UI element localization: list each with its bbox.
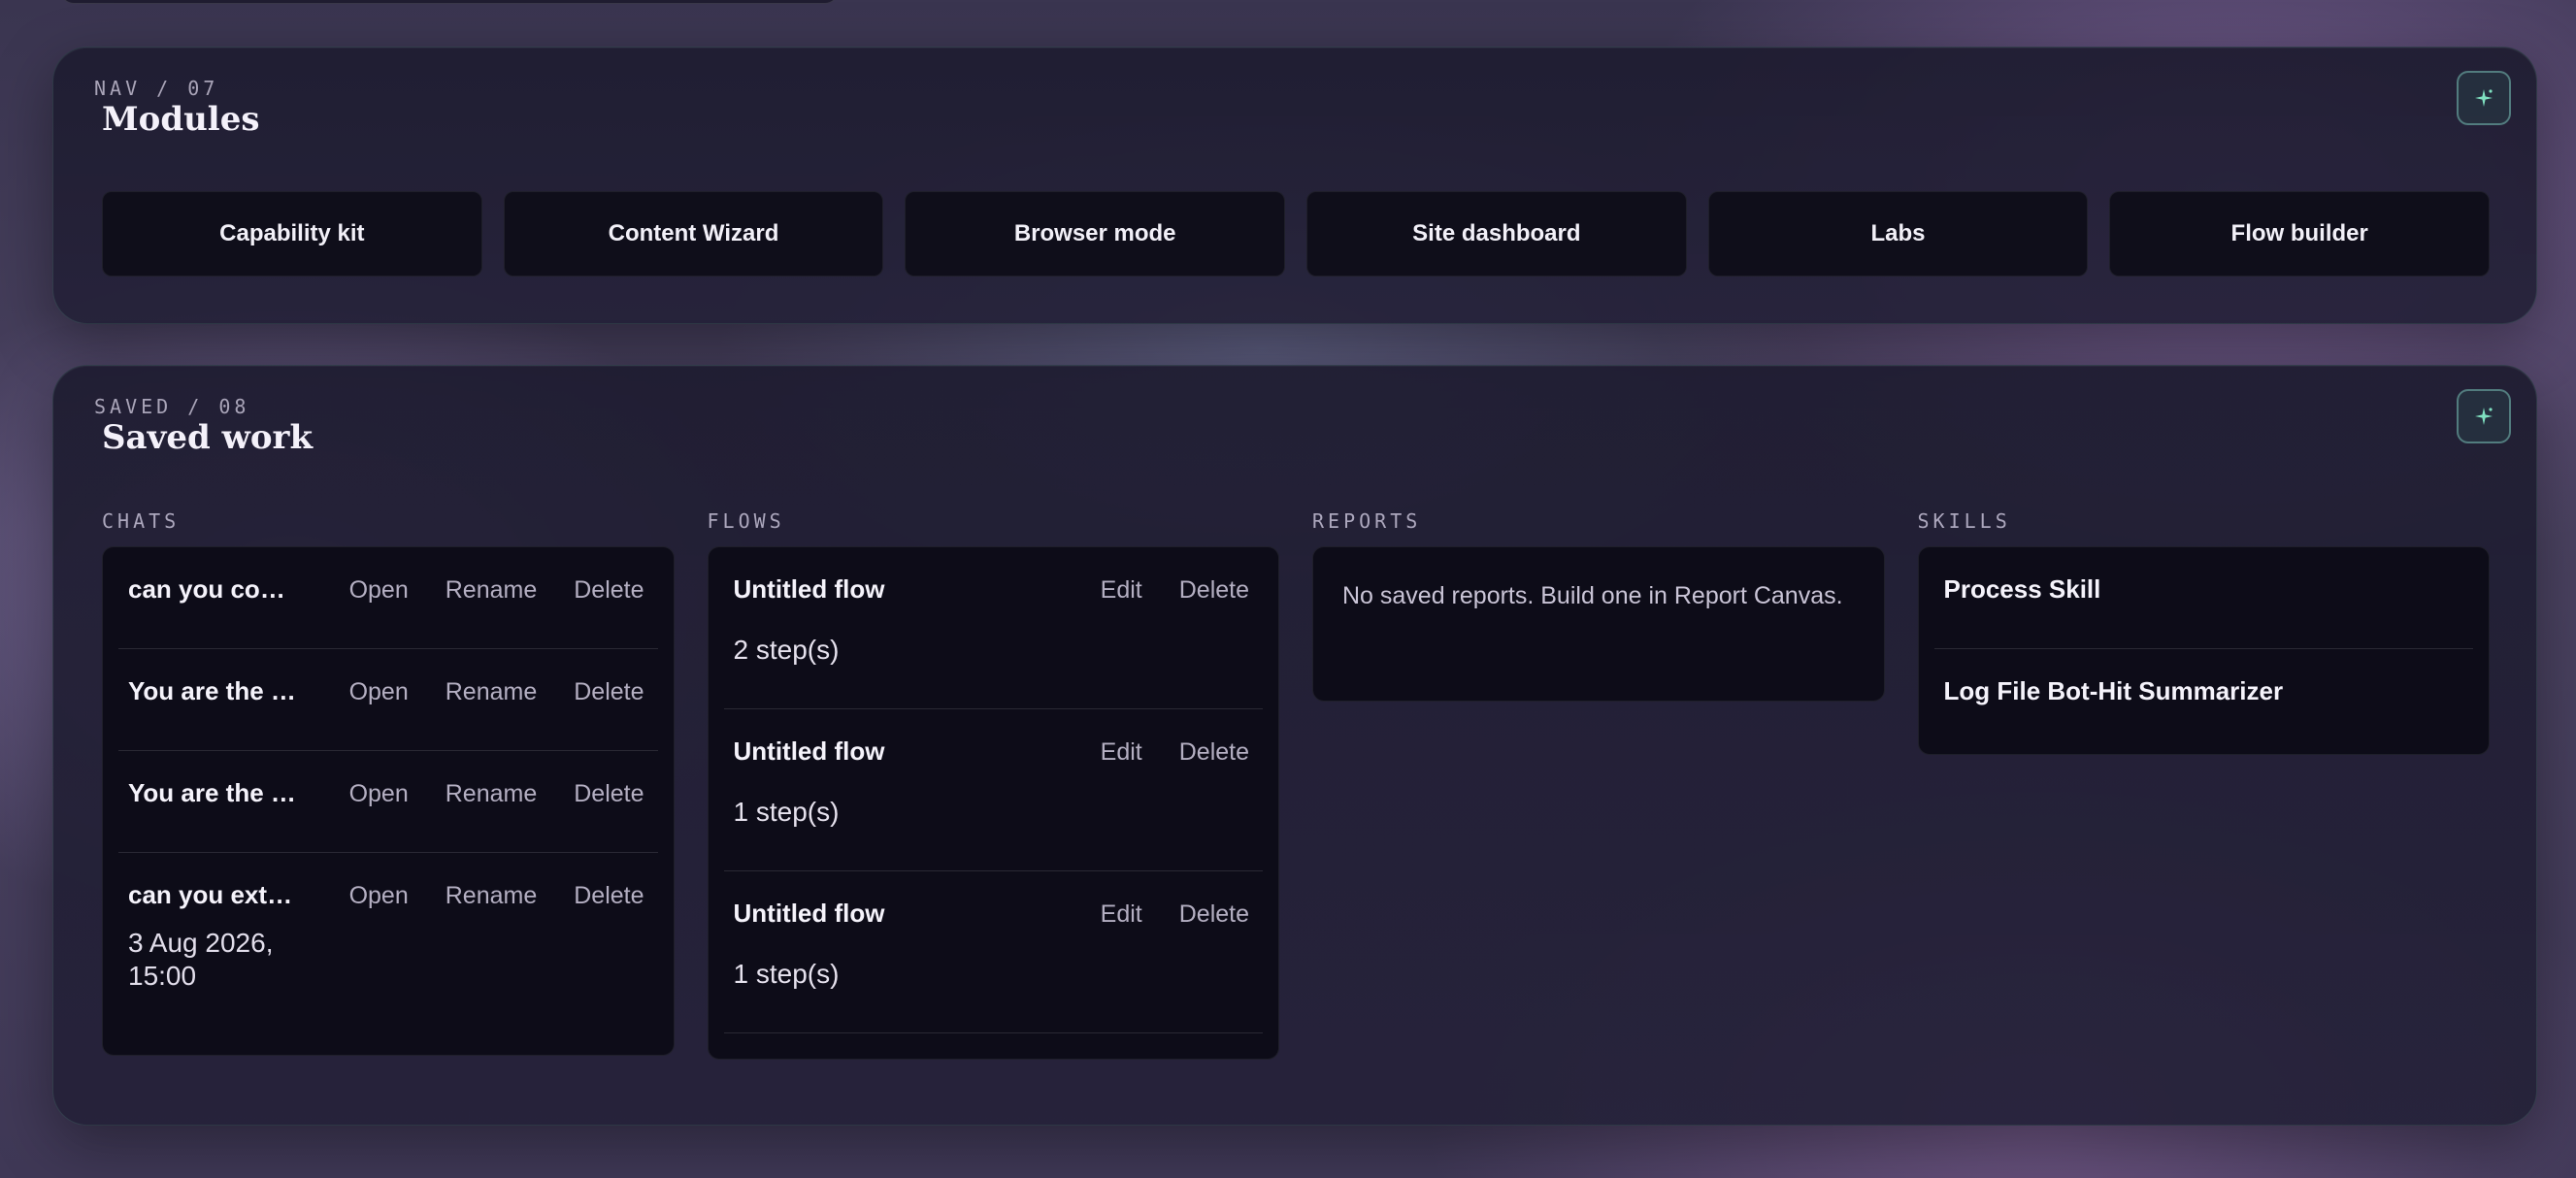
saved-sparkle-button[interactable] bbox=[2457, 389, 2511, 443]
sparkle-icon bbox=[2475, 89, 2493, 107]
skill-title: Log File Bot-Hit Summarizer bbox=[1943, 676, 2284, 705]
chat-title[interactable]: can you extract the data bbox=[128, 880, 298, 910]
module-flow-builder-button[interactable]: Flow builder bbox=[2109, 191, 2491, 277]
reports-column: REPORTS No saved reports. Build one in R… bbox=[1312, 509, 1885, 702]
sparkle-icon bbox=[2475, 408, 2493, 425]
chat-item: can you code something for me Open Renam… bbox=[118, 547, 658, 649]
chat-delete-button[interactable]: Delete bbox=[574, 678, 644, 706]
flow-step-count: 2 step(s) bbox=[733, 635, 840, 665]
module-browser-mode-button[interactable]: Browser mode bbox=[905, 191, 1286, 277]
flow-title: Untitled flow bbox=[733, 899, 885, 928]
reports-card: No saved reports. Build one in Report Ca… bbox=[1312, 546, 1885, 702]
flows-column: FLOWS Untitled flow 2 step(s) Edit Delet… bbox=[707, 509, 1279, 1060]
chats-column: CHATS can you code something for me Open… bbox=[102, 509, 675, 1056]
chat-delete-button[interactable]: Delete bbox=[574, 780, 644, 808]
chats-heading: CHATS bbox=[102, 509, 181, 533]
flow-step-count: 1 step(s) bbox=[733, 797, 840, 827]
module-content-wizard-button[interactable]: Content Wizard bbox=[503, 191, 884, 277]
previous-panel-edge bbox=[60, 0, 839, 4]
flow-edit-button[interactable]: Edit bbox=[1101, 576, 1142, 605]
flow-item: Untitled flow 1 step(s) Edit Delete bbox=[723, 871, 1263, 1033]
skills-card: Process Skill Log File Bot-Hit Summarize… bbox=[1917, 546, 2490, 755]
modules-sparkle-button[interactable] bbox=[2457, 71, 2511, 125]
chats-card: can you code something for me Open Renam… bbox=[102, 546, 675, 1056]
flow-edit-button[interactable]: Edit bbox=[1101, 738, 1142, 767]
flow-item: Untitled flow 1 step(s) Edit Delete bbox=[723, 709, 1263, 871]
module-site-dashboard-button[interactable]: Site dashboard bbox=[1306, 191, 1687, 277]
module-capability-kit-button[interactable]: Capability kit bbox=[102, 191, 482, 277]
flow-delete-button[interactable]: Delete bbox=[1179, 576, 1249, 605]
module-labs-button[interactable]: Labs bbox=[1707, 191, 2089, 277]
skill-item[interactable]: Process Skill bbox=[1933, 547, 2473, 649]
chat-rename-button[interactable]: Rename bbox=[446, 882, 538, 910]
chat-date: 3 Aug 2026, 15:00 bbox=[128, 928, 274, 991]
chat-item: can you extract the data 3 Aug 2026, 15:… bbox=[118, 853, 658, 1055]
flow-step-count: 1 step(s) bbox=[733, 959, 840, 989]
chat-item: You are the assistant Open Rename Delete bbox=[118, 649, 658, 751]
modules-list: Capability kit Content Wizard Browser mo… bbox=[102, 191, 2491, 277]
flow-edit-button[interactable]: Edit bbox=[1101, 900, 1142, 929]
skill-item[interactable]: Log File Bot-Hit Summarizer bbox=[1934, 649, 2474, 750]
chat-title[interactable]: You are the assistant bbox=[128, 778, 298, 808]
chat-rename-button[interactable]: Rename bbox=[446, 678, 538, 706]
chat-title[interactable]: You are the assistant bbox=[128, 676, 298, 706]
modules-title: Modules bbox=[102, 100, 260, 139]
skill-title: Process Skill bbox=[1943, 574, 2101, 604]
chat-open-button[interactable]: Open bbox=[349, 576, 409, 605]
chat-open-button[interactable]: Open bbox=[349, 780, 409, 808]
reports-empty-message: No saved reports. Build one in Report Ca… bbox=[1342, 582, 1843, 609]
saved-eyebrow: SAVED / 08 bbox=[94, 395, 250, 418]
chat-item: You are the assistant Open Rename Delete bbox=[118, 751, 658, 853]
flows-heading: FLOWS bbox=[707, 509, 785, 533]
flow-item: Untitled flow 2 step(s) Edit Delete bbox=[723, 547, 1263, 709]
chat-open-button[interactable]: Open bbox=[349, 678, 409, 706]
flow-title: Untitled flow bbox=[733, 736, 885, 766]
skills-column: SKILLS Process Skill Log File Bot-Hit Su… bbox=[1917, 509, 2490, 755]
chat-title[interactable]: can you code something for me bbox=[128, 574, 298, 605]
flow-title: Untitled flow bbox=[733, 574, 885, 604]
saved-columns: CHATS can you code something for me Open… bbox=[102, 509, 2490, 1060]
flow-delete-button[interactable]: Delete bbox=[1179, 900, 1249, 929]
flows-card: Untitled flow 2 step(s) Edit Delete Unti… bbox=[707, 546, 1279, 1060]
saved-title: Saved work bbox=[102, 418, 313, 457]
chat-delete-button[interactable]: Delete bbox=[574, 576, 644, 605]
chat-rename-button[interactable]: Rename bbox=[446, 780, 538, 808]
chat-delete-button[interactable]: Delete bbox=[574, 882, 644, 910]
modules-eyebrow: NAV / 07 bbox=[94, 77, 219, 100]
reports-heading: REPORTS bbox=[1312, 509, 1422, 533]
saved-work-panel: SAVED / 08 Saved work CHATS can you code… bbox=[52, 365, 2537, 1126]
modules-panel: NAV / 07 Modules Capability kit Content … bbox=[52, 47, 2537, 324]
chat-open-button[interactable]: Open bbox=[349, 882, 409, 910]
chat-rename-button[interactable]: Rename bbox=[446, 576, 538, 605]
flow-delete-button[interactable]: Delete bbox=[1179, 738, 1249, 767]
skills-heading: SKILLS bbox=[1917, 509, 2011, 533]
